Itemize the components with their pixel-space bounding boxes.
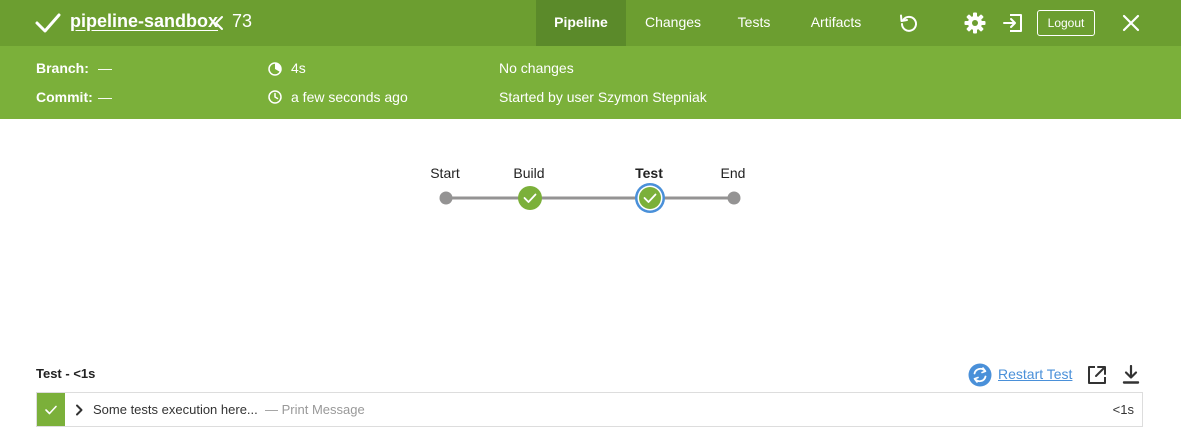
run-info-bar: Branch: — Commit: — 4s a few seconds ago…: [0, 46, 1181, 119]
clock-icon: [268, 90, 282, 104]
step-description: Some tests execution here... — Print Mes…: [93, 402, 365, 417]
gear-icon[interactable]: [963, 11, 987, 35]
restart-icon[interactable]: [968, 363, 992, 387]
branch-label: Branch:: [36, 60, 89, 76]
started-by-value: Started by user Szymon Stepniak: [499, 89, 707, 105]
replay-icon[interactable]: [898, 12, 920, 34]
exit-icon[interactable]: [1002, 12, 1024, 34]
duration-icon: [268, 62, 282, 76]
log-step-row[interactable]: Some tests execution here... — Print Mes…: [36, 392, 1143, 427]
step-section-title: Test - <1s: [36, 366, 96, 381]
duration-value: 4s: [291, 60, 306, 76]
chevron-right-icon[interactable]: [74, 404, 84, 416]
commit-value: —: [98, 89, 112, 105]
stage-node-start: [439, 191, 453, 205]
restart-stage-link[interactable]: Restart Test: [998, 366, 1072, 382]
stage-node-end: [727, 191, 741, 205]
pipeline-graph-svg: [439, 183, 741, 213]
time-ago-value: a few seconds ago: [291, 89, 408, 105]
open-external-icon[interactable]: [1087, 365, 1107, 385]
commit-label: Commit:: [36, 89, 93, 105]
check-icon: [35, 13, 61, 33]
stage-node-test[interactable]: [635, 183, 665, 213]
chevron-left-icon: [215, 16, 223, 30]
stage-node-build[interactable]: [518, 186, 542, 210]
step-duration: <1s: [1112, 402, 1134, 417]
tab-pipeline[interactable]: Pipeline: [536, 0, 626, 46]
logout-button[interactable]: Logout: [1037, 10, 1095, 36]
pipeline-title-link[interactable]: pipeline-sandbox: [70, 11, 218, 32]
top-bar: pipeline-sandbox 73 Pipeline Changes Tes…: [0, 0, 1181, 46]
branch-value: —: [98, 60, 112, 76]
tab-tests[interactable]: Tests: [728, 0, 780, 46]
step-text: Some tests execution here...: [93, 402, 258, 417]
check-icon: [45, 405, 57, 415]
download-icon[interactable]: [1122, 365, 1140, 385]
changes-value: No changes: [499, 60, 574, 76]
close-icon[interactable]: [1122, 14, 1140, 32]
tab-changes[interactable]: Changes: [636, 0, 710, 46]
step-type: — Print Message: [265, 402, 365, 417]
run-number: 73: [232, 11, 253, 31]
pipeline-graph: Start Build Test End: [0, 119, 1181, 319]
step-status-success: [37, 393, 65, 426]
tab-artifacts[interactable]: Artifacts: [800, 0, 872, 46]
